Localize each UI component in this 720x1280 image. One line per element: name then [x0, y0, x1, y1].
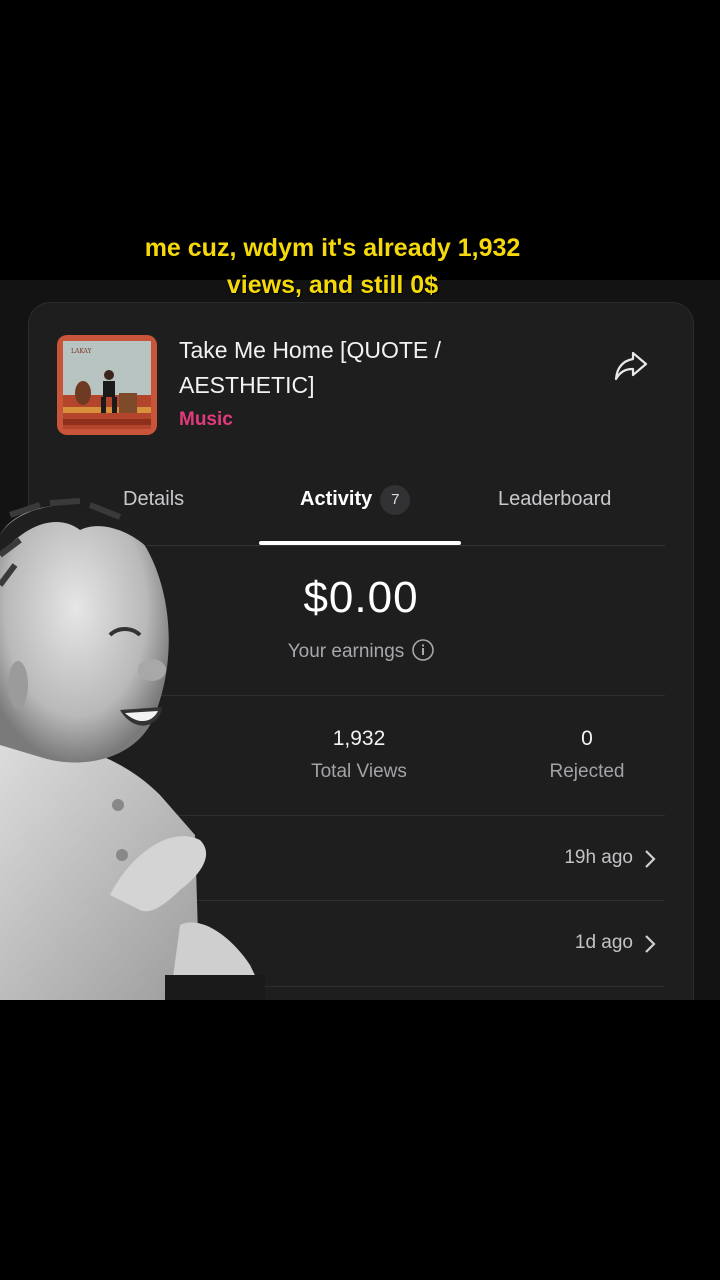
total-views-value: 1,932 [332, 727, 386, 750]
album-cover: LAKAY [57, 335, 157, 435]
category-label: Music [179, 409, 233, 430]
tab-activity[interactable]: Activity 7 [300, 479, 411, 519]
info-icon[interactable] [412, 639, 435, 662]
campaign-title: Take Me Home [QUOTE / AESTHETIC] [179, 333, 519, 403]
tab-leaderboard[interactable]: Leaderboard [498, 479, 611, 519]
activity-count-badge: 7 [380, 484, 411, 515]
earnings-label: Your earnings [287, 641, 405, 662]
laughing-baby-overlay [0, 495, 265, 1000]
tab-activity-label: Activity [300, 488, 373, 510]
activity-row-time[interactable]: 19h ago [564, 847, 633, 869]
activity-row-time[interactable]: 1d ago [575, 932, 633, 954]
video-frame: me cuz, wdym it's already 1,932 views, a… [0, 0, 720, 1280]
rejected-label: Rejected [549, 761, 625, 782]
caption-line-2: views, and still 0$ [226, 271, 439, 299]
share-icon[interactable] [613, 349, 649, 383]
chevron-right-icon[interactable] [643, 934, 657, 954]
meme-caption: me cuz, wdym it's already 1,932 views, a… [0, 230, 665, 304]
cover-label: LAKAY [71, 348, 93, 355]
campaign-title-line-1: Take Me Home [QUOTE / [179, 337, 442, 363]
rejected-value: 0 [581, 727, 593, 750]
chevron-right-icon[interactable] [643, 849, 657, 869]
caption-line-1: me cuz, wdym it's already 1,932 [144, 234, 521, 262]
total-views-label: Total Views [311, 761, 407, 782]
campaign-title-line-2: AESTHETIC] [179, 372, 315, 398]
tab-leaderboard-label: Leaderboard [498, 488, 612, 510]
